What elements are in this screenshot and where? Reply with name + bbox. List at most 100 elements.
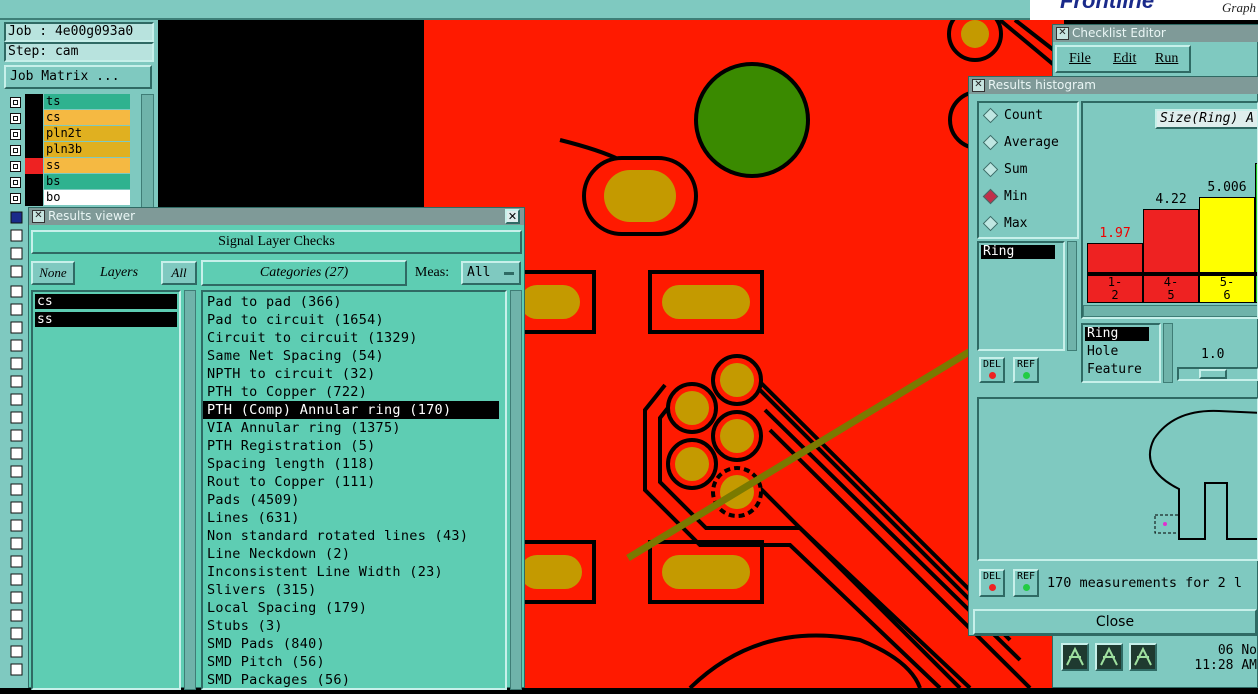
category-item[interactable]: Pad to pad (366) [203, 293, 505, 311]
attribute-listbox[interactable]: Ring Hole Feature [1081, 323, 1161, 383]
category-scrollbar[interactable] [510, 290, 522, 690]
layers-all-button[interactable]: All [161, 261, 197, 285]
layers-none-button[interactable]: None [31, 261, 75, 285]
ref-label: REF [1016, 359, 1036, 370]
layer-checkbox[interactable] [10, 97, 21, 108]
option-min[interactable]: Min [982, 186, 1027, 208]
layer-row-cs[interactable]: cs [6, 110, 130, 126]
layer-list-scrollbar[interactable] [184, 290, 196, 690]
attribute-item-hole[interactable]: Hole [1085, 345, 1118, 359]
attribute-item-feature[interactable]: Feature [1085, 363, 1142, 377]
window-menu-icon[interactable]: ✕ [1056, 27, 1069, 40]
category-item[interactable]: PTH (Comp) Annular ring (170) [203, 401, 499, 419]
category-item[interactable]: Line Neckdown (2) [203, 545, 505, 563]
attribute-scrollbar[interactable] [1067, 241, 1077, 351]
close-icon[interactable]: ✕ [505, 209, 520, 224]
bin-label-3-text: 5- 6 [1219, 275, 1235, 302]
bar-value-label-2: 4.22 [1155, 192, 1187, 207]
menu-run[interactable]: Run [1155, 51, 1178, 67]
category-item[interactable]: Lines (631) [203, 509, 505, 527]
layer-row-pln2t[interactable]: pln2t [6, 126, 130, 142]
category-item[interactable]: Circuit to circuit (1329) [203, 329, 505, 347]
layer-checkbox[interactable] [10, 161, 21, 172]
option-max[interactable]: Max [982, 213, 1027, 235]
layer-checkbox[interactable] [10, 177, 21, 188]
window-menu-icon[interactable]: ✕ [972, 79, 985, 92]
category-item[interactable]: PTH to Copper (722) [203, 383, 505, 401]
run-icon-3[interactable] [1129, 643, 1157, 671]
category-item[interactable]: SMD Packages (56) [203, 671, 505, 688]
category-item[interactable]: Inconsistent Line Width (23) [203, 563, 505, 581]
layer-row-pln3b[interactable]: pln3b [6, 142, 130, 158]
ref-button-top[interactable]: REF [1013, 357, 1039, 383]
category-item[interactable]: SMD Pads (840) [203, 635, 505, 653]
category-item[interactable]: Stubs (3) [203, 617, 505, 635]
scale-slider-thumb[interactable] [1199, 369, 1227, 379]
clock: 06 No 11:28 AM [1173, 643, 1257, 677]
layer-checkbox[interactable] [10, 113, 21, 124]
close-button[interactable]: Close [973, 609, 1257, 635]
layer-checkbox[interactable] [10, 145, 21, 156]
attribute-item[interactable]: Ring [981, 245, 1055, 259]
job-matrix-button[interactable]: Job Matrix ... [4, 65, 152, 89]
category-item[interactable]: Spacing length (118) [203, 455, 505, 473]
meas-value: All [467, 265, 491, 280]
histogram-bar-1[interactable] [1087, 243, 1143, 273]
bin-label-1-text: 1- 2 [1107, 275, 1123, 302]
layer-row-ss[interactable]: ss [6, 158, 130, 174]
category-item[interactable]: Rout to Copper (111) [203, 473, 505, 491]
window-menu-icon[interactable]: ✕ [32, 210, 45, 223]
checklist-editor-titlebar[interactable]: ✕ Checklist Editor [1053, 25, 1258, 42]
category-item[interactable]: Local Spacing (179) [203, 599, 505, 617]
ref-dot-icon [1022, 372, 1030, 379]
layer-listbox[interactable]: cs ss [31, 290, 181, 690]
attribute-item-ring[interactable]: Ring [1085, 327, 1149, 341]
category-item[interactable]: Same Net Spacing (54) [203, 347, 505, 365]
category-item[interactable]: NPTH to circuit (32) [203, 365, 505, 383]
run-icon-2[interactable] [1095, 643, 1123, 671]
category-item[interactable]: Pads (4509) [203, 491, 505, 509]
option-sum[interactable]: Sum [982, 159, 1027, 181]
del-button-top[interactable]: DEL [979, 357, 1005, 383]
category-listbox[interactable]: Pad to pad (366) Pad to circuit (1654) Cir… [201, 290, 507, 690]
del-button[interactable]: DEL [979, 569, 1005, 597]
layer-row-ts[interactable]: ts [6, 94, 130, 110]
layer-scrollbar[interactable] [141, 94, 154, 214]
scale-slider[interactable] [1177, 367, 1258, 381]
category-item[interactable]: PTH Registration (5) [203, 437, 505, 455]
aggregate-options: Count Average Sum Min Max [977, 101, 1079, 239]
histogram-titlebar[interactable]: ✕ Results histogram [969, 77, 1258, 94]
option-count[interactable]: Count [982, 105, 1043, 127]
attribute-listbox-top[interactable]: Ring [977, 241, 1065, 351]
layer-list-item[interactable]: ss [35, 312, 177, 327]
layer-list-item[interactable]: cs [35, 294, 177, 309]
layer-checkbox[interactable] [10, 129, 21, 140]
layer-checkbox[interactable] [10, 193, 21, 204]
histogram-bar-2[interactable] [1143, 209, 1199, 273]
ref-button[interactable]: REF [1013, 569, 1039, 597]
option-average[interactable]: Average [982, 132, 1059, 154]
bin-label-2[interactable]: 4- 5 [1143, 275, 1199, 303]
category-item[interactable]: Pad to circuit (1654) [203, 311, 505, 329]
bin-label-1[interactable]: 1- 2 [1087, 275, 1143, 303]
attribute-list-scrollbar[interactable] [1163, 323, 1173, 383]
category-item[interactable]: Non standard rotated lines (43) [203, 527, 505, 545]
del-dot-icon [988, 584, 996, 591]
option-average-label: Average [1004, 135, 1059, 150]
menu-edit[interactable]: Edit [1113, 51, 1136, 67]
bin-label-3[interactable]: 5- 6 [1199, 275, 1255, 303]
categories-button[interactable]: Categories (27) [201, 260, 407, 286]
category-item[interactable]: SMD Pitch (56) [203, 653, 505, 671]
category-item[interactable]: VIA Annular ring (1375) [203, 419, 505, 437]
histogram-bar-3[interactable] [1199, 197, 1255, 273]
layer-row-bo[interactable]: bo [6, 190, 130, 206]
layer-row-bs[interactable]: bs [6, 174, 130, 190]
menu-file[interactable]: File [1069, 51, 1091, 67]
run-icon[interactable] [1061, 643, 1089, 671]
bar-area: 1.97 4.22 5.006 [1087, 123, 1257, 273]
meas-select[interactable]: All [461, 261, 521, 285]
results-viewer-titlebar[interactable]: ✕ Results viewer [29, 208, 524, 225]
none-label: None [39, 265, 67, 280]
category-item[interactable]: Slivers (315) [203, 581, 505, 599]
histogram-hscroll[interactable] [1083, 305, 1257, 317]
